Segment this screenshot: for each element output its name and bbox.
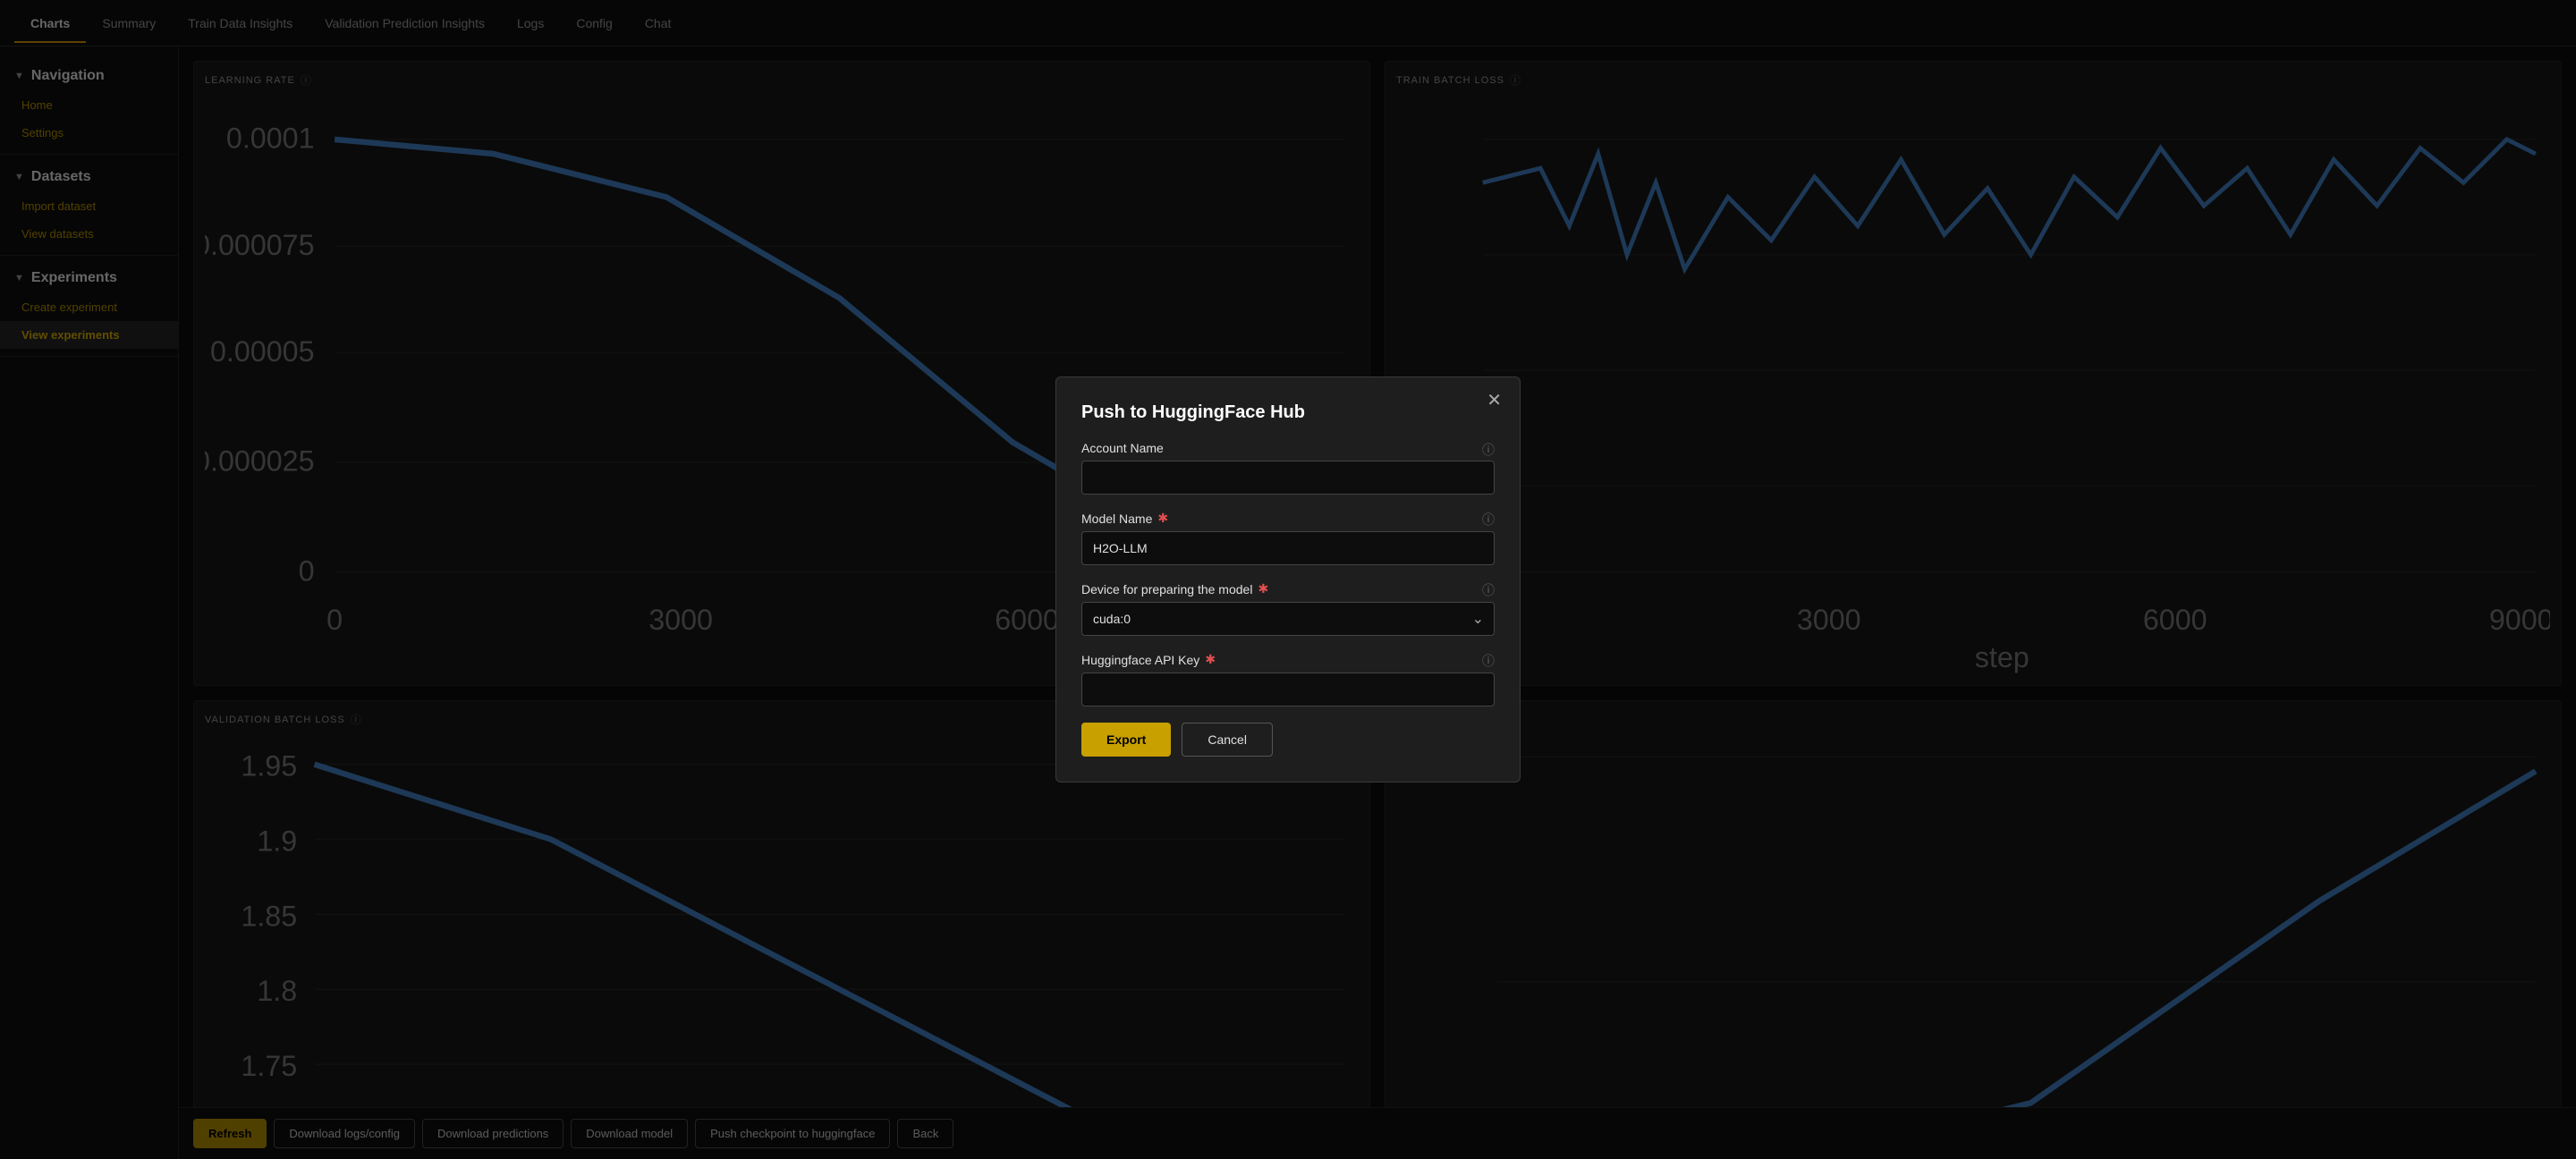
info-icon-device: ⓘ [1482, 581, 1495, 599]
cancel-button[interactable]: Cancel [1182, 723, 1273, 757]
form-group-model-name: Model Name ✱ ⓘ [1081, 511, 1495, 565]
export-button[interactable]: Export [1081, 723, 1171, 757]
device-select-wrapper: cuda:0 cpu [1081, 602, 1495, 636]
form-label-account-name: Account Name ⓘ [1081, 441, 1495, 455]
form-label-model-name: Model Name ✱ ⓘ [1081, 511, 1495, 526]
info-icon-api: ⓘ [1482, 652, 1495, 670]
modal-overlay[interactable]: ✕ Push to HuggingFace Hub Account Name ⓘ… [0, 0, 2576, 1159]
info-icon-account: ⓘ [1482, 441, 1495, 459]
api-key-input[interactable] [1081, 673, 1495, 706]
account-name-input[interactable] [1081, 461, 1495, 495]
form-label-device: Device for preparing the model ✱ ⓘ [1081, 581, 1495, 596]
modal-push-huggingface: ✕ Push to HuggingFace Hub Account Name ⓘ… [1055, 376, 1521, 783]
modal-title: Push to HuggingFace Hub [1081, 402, 1495, 423]
modal-actions: Export Cancel [1081, 723, 1495, 757]
model-name-input[interactable] [1081, 531, 1495, 565]
form-group-device: Device for preparing the model ✱ ⓘ cuda:… [1081, 581, 1495, 636]
modal-close-button[interactable]: ✕ [1487, 392, 1502, 410]
form-group-api-key: Huggingface API Key ✱ ⓘ [1081, 652, 1495, 706]
info-icon-model: ⓘ [1482, 511, 1495, 529]
form-group-account-name: Account Name ⓘ [1081, 441, 1495, 495]
device-select[interactable]: cuda:0 cpu [1081, 602, 1495, 636]
form-label-api-key: Huggingface API Key ✱ ⓘ [1081, 652, 1495, 667]
